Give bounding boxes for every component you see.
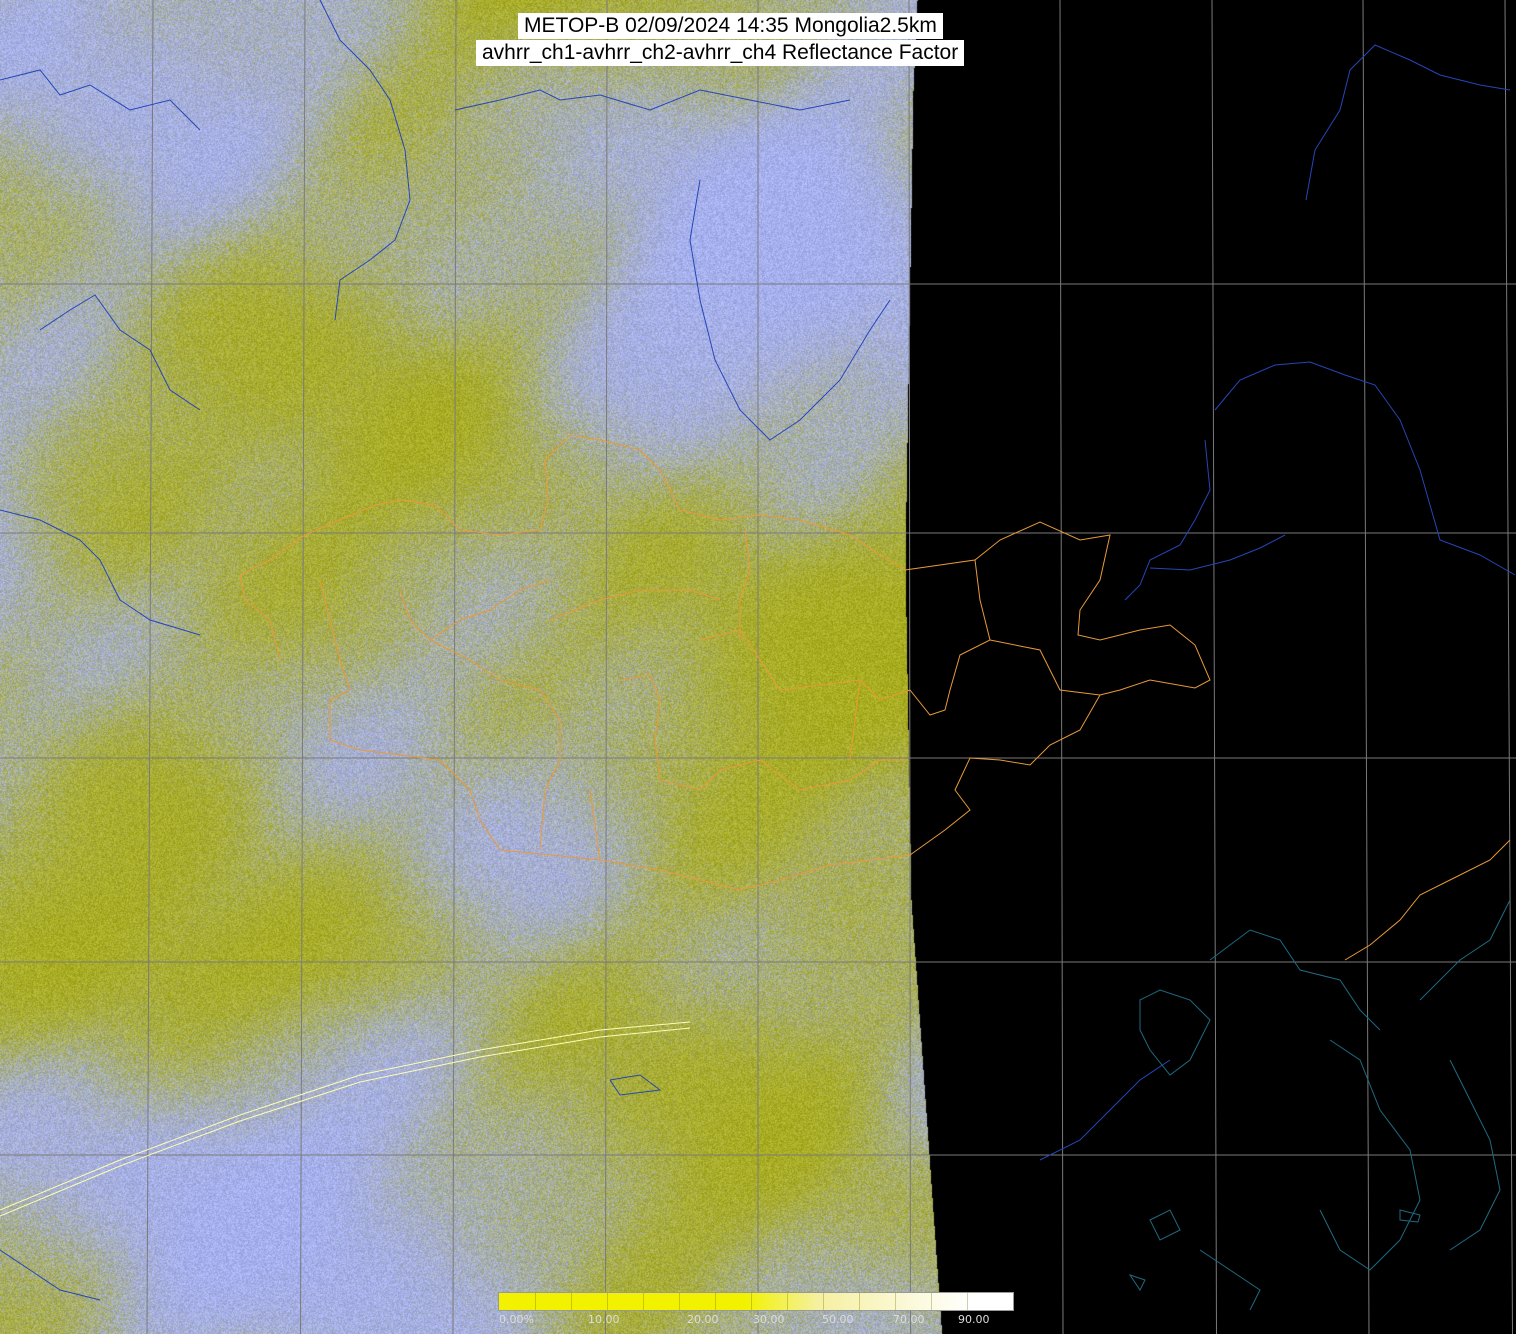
colorbar-tick [823, 1293, 824, 1310]
river-coastline [1149, 534, 1286, 571]
province-border [699, 629, 911, 701]
colorbar-tick [715, 1293, 716, 1310]
river-coastline [319, 0, 411, 321]
province-border [849, 679, 861, 761]
colorbar-label: 20.00 [687, 1313, 719, 1326]
colorbar-label: 50.00 [822, 1313, 854, 1326]
graticule-meridian [146, 0, 154, 1334]
graticule-meridian [1504, 0, 1513, 1334]
province-border [399, 589, 561, 851]
colorbar-label: 70.00 [893, 1313, 925, 1326]
graticule-meridian [1059, 0, 1064, 1334]
sensor-artifact-trail [0, 1027, 691, 1217]
province-border [319, 579, 911, 891]
coastline [1149, 1209, 1181, 1241]
colorbar-tick [751, 1293, 752, 1310]
coastline [1199, 1249, 1261, 1311]
colorbar-label: 10.00 [588, 1313, 620, 1326]
river-coastline [0, 69, 201, 131]
river-coastline [454, 89, 851, 111]
graticule-meridian [300, 0, 306, 1334]
colorbar-label: 90.00 [958, 1313, 990, 1326]
sensor-artifact-trail [0, 1021, 691, 1211]
river-coastline [1124, 439, 1211, 601]
map-overlay [0, 0, 1516, 1334]
river-coastline [0, 509, 201, 636]
river-coastline [1305, 44, 1511, 201]
graticule-meridian [1362, 0, 1370, 1334]
coastline [1128, 1274, 1146, 1291]
province-border [904, 559, 991, 716]
colorbar-label: 30.00 [753, 1313, 785, 1326]
province-border [239, 534, 306, 661]
river-coastline [1039, 1059, 1171, 1161]
colorbar-tick [859, 1293, 860, 1310]
coastline [1209, 929, 1381, 1031]
province-border [549, 589, 721, 621]
image-subtitle: avhrr_ch1-avhrr_ch2-avhrr_ch4 Reflectanc… [476, 40, 965, 66]
province-border [719, 759, 905, 791]
graticule-meridian [908, 0, 911, 1334]
graticule-meridian [605, 0, 608, 1334]
image-title: METOP-B 02/09/2024 14:35 Mongolia2.5km [518, 13, 943, 39]
coastline [1139, 989, 1211, 1076]
graticule-meridian [452, 0, 457, 1334]
colorbar-tick [607, 1293, 608, 1310]
colorbar-tick [787, 1293, 788, 1310]
colorbar-label: 0.00% [499, 1313, 534, 1326]
province-border [739, 529, 751, 640]
province-border [909, 639, 1101, 856]
province-border [304, 434, 906, 571]
province-border [1344, 839, 1511, 961]
province-border [589, 789, 601, 861]
coastline [1419, 899, 1511, 1001]
river-coastline [689, 179, 891, 441]
colorbar-tick [535, 1293, 536, 1310]
province-border [619, 674, 721, 791]
graticule-meridian [1211, 0, 1217, 1334]
colorbar-tick [643, 1293, 644, 1310]
colorbar [498, 1292, 1014, 1311]
colorbar-tick [571, 1293, 572, 1310]
river-coastline [39, 294, 201, 411]
colorbar-tick [967, 1293, 968, 1310]
colorbar-tick [679, 1293, 680, 1310]
province-border [429, 579, 551, 641]
river-coastline [609, 1074, 662, 1096]
river-coastline [0, 1249, 101, 1301]
colorbar-tick [895, 1293, 896, 1310]
colorbar-tick [931, 1293, 932, 1310]
